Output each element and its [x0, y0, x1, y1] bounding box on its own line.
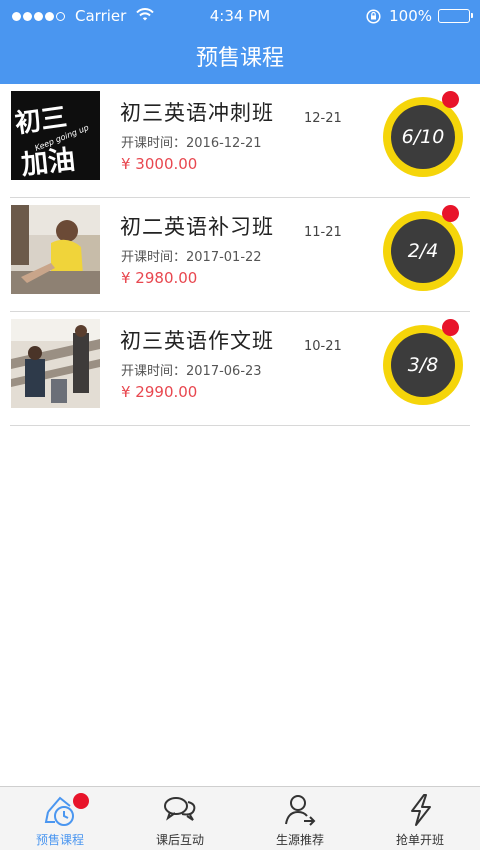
badge-ring: 3/8 [383, 325, 463, 405]
badge-ring: 6/10 [383, 97, 463, 177]
start-date-label: 开课时间： [121, 364, 187, 379]
tab-notification-dot [73, 793, 89, 809]
course-date-short: 11-21 [304, 225, 342, 240]
course-start-date: 开课时间：2017-06-23 [121, 360, 262, 379]
course-start-date: 开课时间：2017-01-22 [121, 246, 262, 265]
start-date-label: 开课时间： [121, 250, 187, 265]
start-date-value: 2017-01-22 [186, 250, 262, 265]
course-thumbnail [11, 319, 100, 408]
start-date-value: 2017-06-23 [186, 364, 262, 379]
lightning-icon [400, 792, 440, 828]
course-row[interactable]: 初三英语作文班 10-21 开课时间：2017-06-23 ¥ 2990.00 … [10, 312, 470, 426]
enrollment-count: 2/4 [391, 219, 455, 283]
tab-label: 抢单开班 [395, 833, 444, 847]
tab-grab-order[interactable]: 抢单开班 [360, 787, 480, 850]
course-row[interactable]: 初二英语补习班 11-21 开课时间：2017-01-22 ¥ 2980.00 … [10, 198, 470, 312]
tab-label: 课后互动 [155, 833, 204, 847]
notification-dot [442, 319, 459, 336]
notification-dot [442, 205, 459, 222]
course-price: ¥ 2990.00 [121, 383, 198, 401]
tab-bar: 预售课程 课后互动 生源推荐 抢单开班 [0, 786, 480, 850]
enrollment-count: 6/10 [391, 105, 455, 169]
course-price: ¥ 3000.00 [121, 155, 198, 173]
chat-bubbles-icon [160, 792, 200, 828]
enrollment-badge: 2/4 [383, 205, 467, 295]
enrollment-count: 3/8 [391, 333, 455, 397]
tab-after-class-interaction[interactable]: 课后互动 [120, 787, 240, 850]
tab-presale-courses[interactable]: 预售课程 [0, 787, 120, 850]
orientation-lock-icon [366, 8, 381, 24]
course-date-short: 12-21 [304, 111, 342, 126]
course-name: 初三英语作文班 [120, 329, 274, 353]
course-list: 初三 Keep going up 加油 初三英语冲刺班 12-21 开课时间：2… [0, 84, 480, 426]
course-date-short: 10-21 [304, 339, 342, 354]
course-price: ¥ 2980.00 [121, 269, 198, 287]
tab-label: 预售课程 [35, 833, 84, 847]
notification-dot [442, 91, 459, 108]
enrollment-badge: 3/8 [383, 319, 467, 409]
course-thumbnail [11, 205, 100, 294]
status-right: 100% [366, 7, 473, 25]
app-header: Carrier 4:34 PM 100% 预售课程 [0, 0, 480, 84]
course-name: 初二英语补习班 [120, 215, 274, 239]
course-name: 初三英语冲刺班 [120, 101, 274, 125]
tab-student-recommendation[interactable]: 生源推荐 [240, 787, 360, 850]
badge-ring: 2/4 [383, 211, 463, 291]
start-date-label: 开课时间： [121, 136, 187, 151]
battery-percent: 100% [389, 7, 432, 25]
user-recommend-icon [280, 792, 320, 828]
status-bar: Carrier 4:34 PM 100% [0, 0, 480, 32]
page-title: 预售课程 [195, 46, 284, 71]
battery-icon [438, 9, 473, 23]
tab-label: 生源推荐 [275, 833, 324, 847]
start-date-value: 2016-12-21 [186, 136, 262, 151]
enrollment-badge: 6/10 [383, 91, 467, 181]
course-thumbnail: 初三 Keep going up 加油 [11, 91, 100, 180]
thumb-text-bottom: 加油 [20, 145, 77, 180]
course-row[interactable]: 初三 Keep going up 加油 初三英语冲刺班 12-21 开课时间：2… [10, 84, 470, 198]
course-start-date: 开课时间：2016-12-21 [121, 132, 262, 151]
